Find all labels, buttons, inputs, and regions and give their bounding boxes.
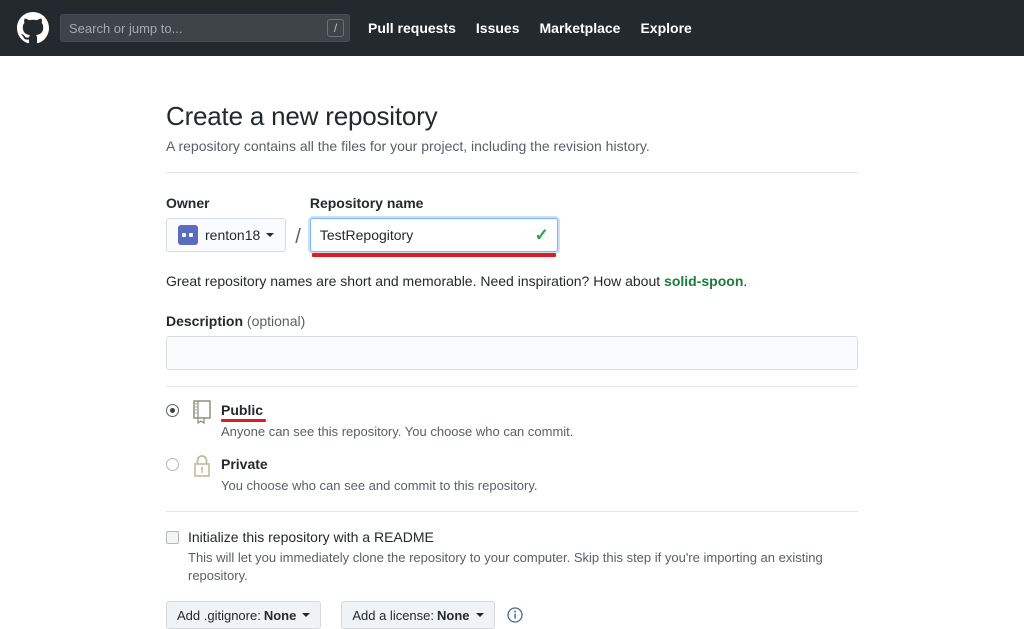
nav-link-explore[interactable]: Explore [640, 20, 691, 36]
github-logo-icon[interactable] [16, 11, 50, 45]
divider-readme [166, 511, 858, 512]
valid-check-icon: ✓ [534, 225, 549, 245]
readme-option[interactable]: Initialize this repository with a README… [166, 528, 858, 585]
repo-book-icon [190, 399, 214, 427]
hint-prefix: Great repository names are short and mem… [166, 273, 665, 289]
suggested-name-link[interactable]: solid-spoon [664, 273, 743, 289]
readme-label: Initialize this repository with a README [188, 529, 434, 545]
chevron-down-icon [266, 233, 275, 237]
repository-name-input[interactable] [309, 218, 558, 252]
template-buttons-row: Add .gitignore: None Add a license: None [166, 601, 858, 629]
owner-repo-row: Owner renton18 / Repository name ✓ [166, 195, 858, 257]
visibility-public-title-text: Public [221, 402, 264, 418]
repository-name-input-wrap: ✓ [309, 218, 558, 257]
readme-description: This will let you immediately clone the … [188, 550, 823, 583]
visibility-public-body: Public Anyone can see this repository. Y… [221, 401, 858, 441]
owner-field: Owner renton18 [166, 195, 287, 252]
nav-link-issues[interactable]: Issues [476, 20, 520, 36]
visibility-option-public[interactable]: Public Anyone can see this repository. Y… [166, 399, 858, 441]
search-input[interactable] [60, 14, 350, 42]
page-title: Create a new repository [166, 101, 438, 131]
license-prefix: Add a license: [352, 607, 435, 623]
search-shortcut-badge: / [327, 19, 344, 37]
repository-name-label: Repository name [309, 195, 424, 211]
nav-link-marketplace[interactable]: Marketplace [540, 20, 621, 36]
repository-name-hint: Great repository names are short and mem… [166, 271, 858, 291]
visibility-private-body: Private You choose who can see and commi… [221, 455, 858, 495]
description-input[interactable] [166, 336, 858, 370]
gitignore-prefix: Add .gitignore: [177, 607, 261, 623]
lock-icon [190, 453, 214, 481]
gitignore-value: None [263, 607, 297, 623]
repository-name-field: Repository name ✓ [309, 195, 558, 257]
site-header: / Pull requests Issues Marketplace Explo… [0, 0, 1024, 56]
page-subtitle: A repository contains all the files for … [166, 138, 650, 154]
path-separator: / [295, 226, 301, 248]
description-field: Description (optional) [166, 313, 858, 370]
radio-public[interactable] [166, 404, 179, 417]
visibility-private-title: Private [221, 456, 268, 472]
nav-link-pull-requests[interactable]: Pull requests [368, 20, 456, 36]
divider-visibility [166, 386, 858, 387]
visibility-public-title: Public [221, 401, 267, 422]
owner-avatar-icon [178, 225, 198, 245]
checkbox-initialize-readme[interactable] [166, 531, 179, 544]
visibility-option-private[interactable]: Private You choose who can see and commi… [166, 455, 858, 495]
search-box[interactable]: / [60, 14, 350, 42]
primary-nav: Pull requests Issues Marketplace Explore [368, 20, 712, 36]
new-repository-form: Create a new repository A repository con… [166, 56, 858, 629]
hint-suffix: . [743, 273, 748, 289]
page-body: Create a new repository A repository con… [0, 56, 1024, 629]
info-circle-icon[interactable] [506, 607, 523, 623]
readme-body: Initialize this repository with a README… [188, 528, 858, 585]
divider-top [166, 172, 858, 173]
gitignore-dropdown-button[interactable]: Add .gitignore: None [166, 601, 322, 629]
description-optional-text: (optional) [246, 313, 306, 329]
owner-select-button[interactable]: renton18 [166, 218, 287, 252]
visibility-private-description: You choose who can see and commit to thi… [221, 478, 538, 493]
visibility-public-description: Anyone can see this repository. You choo… [221, 424, 574, 439]
description-label-text: Description [166, 313, 244, 329]
owner-label: Owner [166, 195, 210, 211]
annotation-underline-repository-name [311, 253, 556, 257]
license-value: None [437, 607, 470, 623]
annotation-underline-public [221, 419, 267, 422]
license-dropdown-button[interactable]: Add a license: None [341, 601, 495, 629]
owner-name: renton18 [205, 227, 261, 243]
description-label: Description (optional) [166, 313, 858, 329]
radio-private[interactable] [166, 458, 179, 471]
